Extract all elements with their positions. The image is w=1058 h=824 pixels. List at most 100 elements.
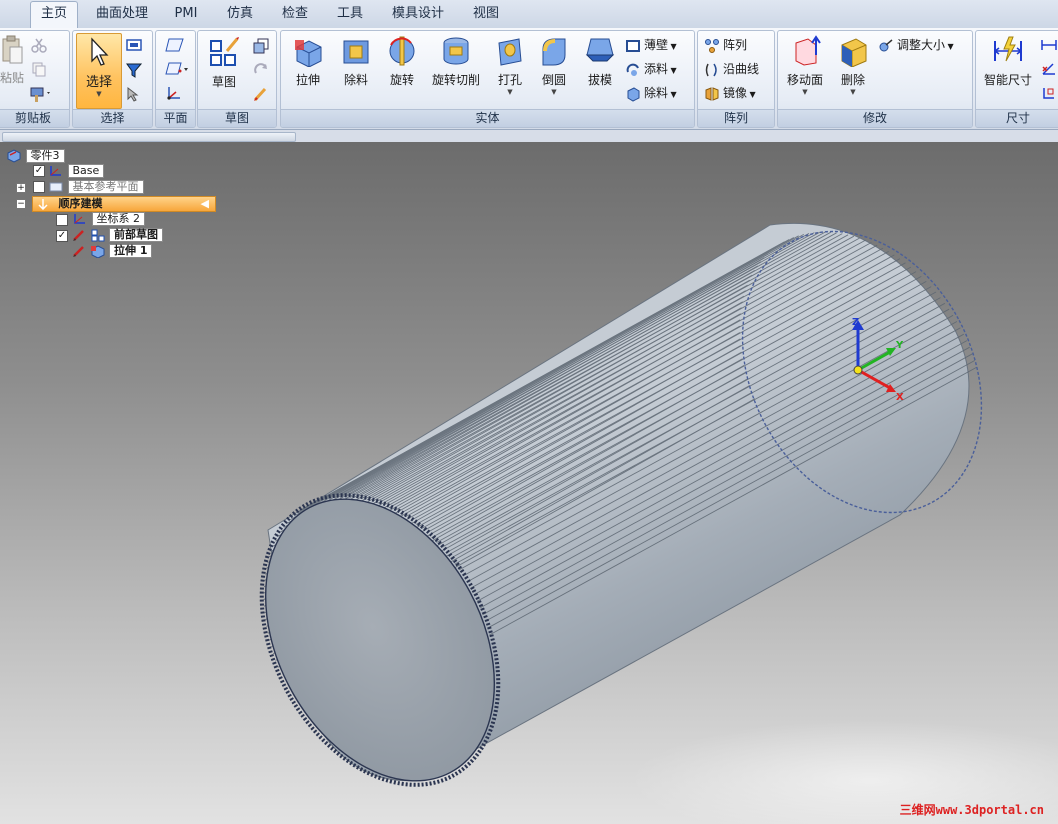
base-visibility-checkbox[interactable]: ✓ bbox=[33, 165, 45, 177]
round-button[interactable]: 倒圆 ▼ bbox=[533, 35, 575, 96]
group-modify: 移动面 ▼ 删除 ▼ 调整大小 ▼ 修改 bbox=[777, 30, 973, 128]
select-box-icon[interactable] bbox=[125, 37, 143, 53]
tab-surfacing[interactable]: 曲面处理 bbox=[90, 2, 154, 26]
ordered-modeling-icon bbox=[38, 199, 48, 211]
draft-button[interactable]: 拔模 bbox=[579, 35, 621, 88]
move-face-button[interactable]: 移动面 ▼ bbox=[782, 35, 828, 96]
angle-dimension-icon[interactable] bbox=[1040, 61, 1058, 77]
tab-home[interactable]: 主页 bbox=[30, 1, 78, 29]
part-icon bbox=[7, 149, 21, 163]
revolve-cut-button[interactable]: 旋转切削 bbox=[425, 35, 487, 88]
more-planes-icon[interactable] bbox=[164, 61, 190, 77]
tree-item-ordered-modeling[interactable]: 顺序建模 ◀ bbox=[32, 196, 216, 212]
round-icon bbox=[542, 38, 566, 66]
add-material-icon bbox=[626, 63, 639, 76]
mirror-button[interactable]: 镜像 ▼ bbox=[704, 83, 756, 103]
group-dimension: 智能尺寸 尺寸 bbox=[975, 30, 1058, 128]
axis-y-label: Y bbox=[895, 340, 904, 351]
revolve-cut-icon bbox=[443, 37, 469, 65]
format-painter-icon[interactable] bbox=[29, 85, 53, 103]
paste-icon bbox=[2, 35, 23, 64]
group-select: 选择 ▼ 选择 bbox=[72, 30, 153, 128]
tab-simulation[interactable]: 仿真 bbox=[220, 2, 260, 26]
coordinate-system-icon bbox=[74, 214, 85, 224]
expand-base-planes[interactable]: + bbox=[16, 183, 26, 193]
tab-mold-design[interactable]: 模具设计 bbox=[386, 2, 450, 26]
distance-dimension-icon[interactable] bbox=[1040, 37, 1058, 53]
tab-tools[interactable]: 工具 bbox=[330, 2, 370, 26]
along-curve-icon bbox=[705, 63, 717, 76]
group-plane: 平面 bbox=[155, 30, 196, 128]
pane-splitter-handle[interactable] bbox=[2, 132, 296, 142]
tree-item-extrude[interactable]: 拉伸 1 bbox=[72, 244, 153, 259]
ordered-modeling-arrow-icon: ◀ bbox=[200, 197, 209, 210]
mirror-icon bbox=[705, 86, 719, 101]
group-clipboard: 粘贴 剪贴板 bbox=[0, 30, 70, 128]
extrude-button[interactable]: 拉伸 bbox=[287, 35, 329, 88]
tree-item-base[interactable]: Base bbox=[48, 164, 105, 178]
coordinate-system-icon[interactable] bbox=[164, 85, 184, 103]
tab-inspect[interactable]: 检查 bbox=[275, 2, 315, 26]
group-pattern: 阵列 沿曲线 镜像 ▼ 阵列 bbox=[697, 30, 775, 128]
thin-wall-icon bbox=[626, 39, 640, 52]
sketch-relation-icon[interactable] bbox=[252, 61, 270, 79]
extrude-icon bbox=[90, 245, 104, 259]
pattern-button[interactable]: 阵列 bbox=[704, 35, 747, 55]
add-material-button[interactable]: 添料 ▼ bbox=[625, 59, 677, 79]
tree-item-coordinate-system[interactable]: 坐标系 2 bbox=[72, 212, 145, 226]
hole-icon bbox=[498, 38, 522, 66]
remove-material-button[interactable]: 除料 ▼ bbox=[625, 83, 677, 103]
select-button[interactable]: 选择 ▼ bbox=[76, 33, 122, 109]
extrude-icon bbox=[295, 40, 322, 67]
edit-pencil-icon bbox=[73, 230, 84, 241]
revolve-icon bbox=[389, 36, 415, 66]
coordinate-system-visibility-checkbox[interactable] bbox=[56, 214, 68, 226]
edit-pencil-icon bbox=[73, 246, 84, 257]
pointer-arrow-icon bbox=[91, 37, 109, 66]
collapse-ordered-modeling[interactable]: − bbox=[16, 199, 26, 209]
sketch-icon bbox=[91, 229, 104, 242]
coordinate-dimension-icon[interactable] bbox=[1040, 85, 1058, 101]
smart-dimension-button[interactable]: 智能尺寸 bbox=[980, 35, 1036, 88]
tab-view[interactable]: 视图 bbox=[466, 2, 506, 26]
filter-icon[interactable] bbox=[125, 61, 143, 79]
cut-material-icon bbox=[343, 40, 369, 64]
watermark: 三维网www.3dportal.cn bbox=[899, 803, 1044, 817]
group-solid: 拉伸 除料 旋转 旋转切削 打孔 ▼ 倒圆 ▼ 拔模 薄壁 ▼ 添料 ▼ 除料 … bbox=[280, 30, 695, 128]
tree-item-part[interactable]: 零件3 bbox=[6, 149, 65, 163]
tree-item-base-planes[interactable]: 基本参考平面 bbox=[48, 180, 144, 194]
delete-button[interactable]: 删除 ▼ bbox=[832, 35, 874, 96]
paste-button[interactable]: 粘贴 bbox=[0, 35, 25, 86]
group-label-clipboard: 剪贴板 bbox=[0, 109, 69, 127]
project-to-sketch-icon[interactable] bbox=[252, 37, 270, 55]
coincident-plane-icon[interactable] bbox=[164, 37, 186, 53]
copy-icon[interactable] bbox=[31, 61, 47, 77]
along-curve-button[interactable]: 沿曲线 bbox=[704, 59, 759, 79]
coordinate-triad[interactable]: Z Y X bbox=[838, 312, 918, 402]
hole-button[interactable]: 打孔 ▼ bbox=[489, 35, 531, 96]
remove-material-icon bbox=[627, 86, 640, 102]
thin-wall-button[interactable]: 薄壁 ▼ bbox=[625, 35, 677, 55]
group-label-sketch: 草图 bbox=[198, 109, 276, 127]
pattern-icon bbox=[705, 38, 719, 53]
tab-pmi[interactable]: PMI bbox=[168, 2, 204, 26]
group-label-dimension: 尺寸 bbox=[976, 109, 1058, 127]
revolve-button[interactable]: 旋转 bbox=[381, 35, 423, 88]
sketch-pen-icon[interactable] bbox=[252, 85, 270, 103]
axis-x-label: X bbox=[896, 392, 904, 402]
front-sketch-visibility-checkbox[interactable]: ✓ bbox=[56, 230, 68, 242]
cut-icon[interactable] bbox=[31, 37, 47, 53]
sketch-button[interactable]: 草图 bbox=[204, 35, 244, 90]
coordinate-system-icon bbox=[50, 166, 61, 176]
base-planes-visibility-checkbox[interactable] bbox=[33, 181, 45, 193]
smart-dimension-icon bbox=[994, 36, 1022, 62]
tree-item-front-sketch[interactable]: 前部草图 bbox=[72, 228, 163, 242]
resize-button[interactable]: 调整大小 ▼ bbox=[878, 35, 954, 55]
cut-button[interactable]: 除料 bbox=[335, 35, 377, 88]
delete-face-icon bbox=[841, 38, 867, 67]
group-label-solid: 实体 bbox=[281, 109, 694, 127]
group-label-pattern: 阵列 bbox=[698, 109, 774, 127]
sketch-icon bbox=[210, 37, 239, 66]
group-label-modify: 修改 bbox=[778, 109, 972, 127]
quickpick-icon[interactable] bbox=[125, 85, 143, 103]
